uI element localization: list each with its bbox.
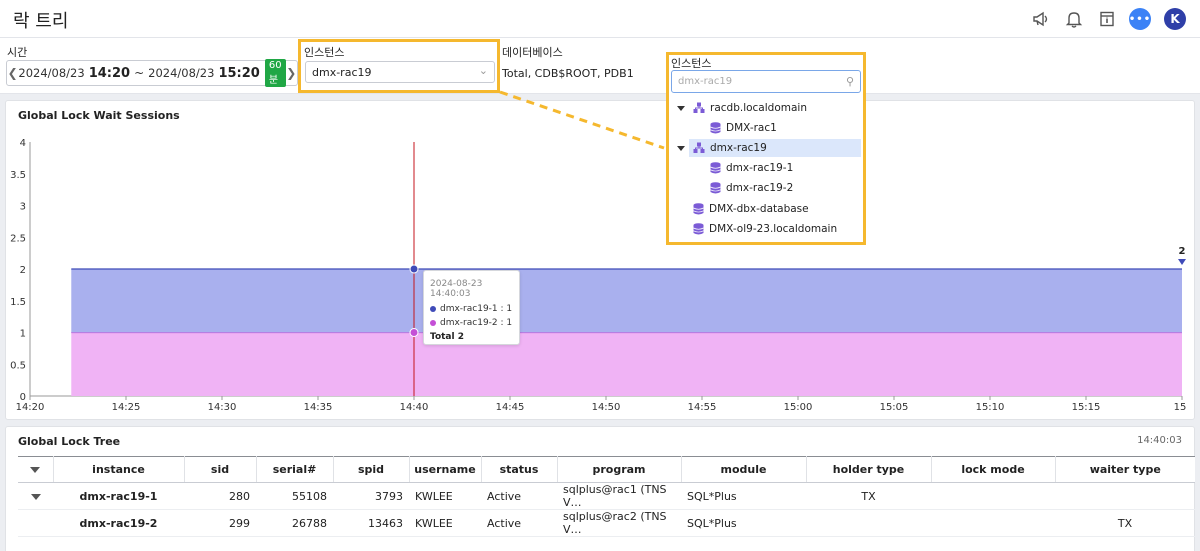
callout-connector (499, 90, 665, 150)
dropdown-highlight-box (666, 52, 866, 245)
